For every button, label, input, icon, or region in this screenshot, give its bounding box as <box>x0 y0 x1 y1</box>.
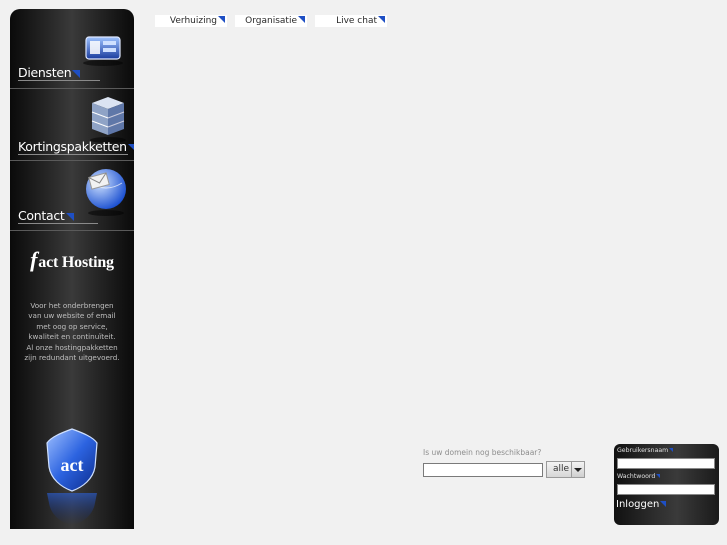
extension-select[interactable]: alle <box>546 461 585 478</box>
arrow-icon <box>669 448 674 452</box>
nav-label: Contact <box>18 208 74 223</box>
arrow-icon <box>298 16 305 23</box>
nav-label: Diensten <box>18 65 81 80</box>
shield-text: act <box>61 455 84 475</box>
nav-item-diensten[interactable]: Diensten <box>10 9 134 89</box>
username-field[interactable] <box>617 458 715 469</box>
arrow-icon <box>72 69 81 78</box>
arrow-icon <box>218 16 225 23</box>
login-panel: Gebruikersnaam Wachtwoord Inloggen <box>614 444 719 525</box>
domain-check-label: Is uw domein nog beschikbaar? <box>423 448 542 457</box>
top-link-organisatie[interactable]: Organisatie <box>235 15 307 27</box>
password-field[interactable] <box>617 484 715 495</box>
arrow-icon <box>656 474 661 478</box>
top-link-live-chat[interactable]: Live chat <box>315 15 387 27</box>
nav-item-kortingspakketten[interactable]: Kortingspakketten <box>10 89 134 161</box>
chevron-down-icon <box>574 468 582 472</box>
arrow-icon <box>660 501 667 507</box>
password-label: Wachtwoord <box>617 473 661 480</box>
dropdown-button[interactable] <box>571 462 584 477</box>
arrow-icon <box>378 16 385 23</box>
brand-logo: fact Hosting <box>30 247 114 272</box>
arrow-icon <box>127 143 134 152</box>
nav-label: Kortingspakketten <box>18 139 134 154</box>
login-button[interactable]: Inloggen <box>616 499 667 510</box>
server-icon <box>83 36 123 66</box>
shield-logo-icon: act <box>46 428 98 525</box>
nav-item-contact[interactable]: Contact <box>10 161 134 231</box>
sidebar: Diensten Kortingspakketten Contact fact … <box>10 9 134 529</box>
brand-description: Voor het onderbrengen van uw website of … <box>24 301 120 363</box>
domain-search-input[interactable] <box>423 463 543 477</box>
globe-mail-icon <box>86 169 126 216</box>
arrow-icon <box>65 212 74 221</box>
top-link-verhuizing[interactable]: Verhuizing <box>155 15 227 27</box>
username-label: Gebruikersnaam <box>617 447 674 454</box>
extension-select-value: alle <box>553 464 570 474</box>
